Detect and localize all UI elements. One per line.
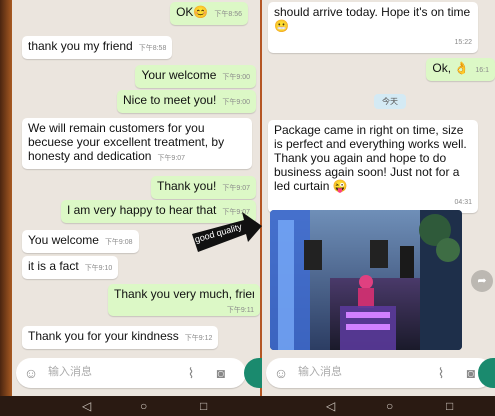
home-icon[interactable]: ○ xyxy=(386,398,393,414)
message-bubble: Package came in right on time, size is p… xyxy=(268,120,478,213)
message-input-box[interactable]: ☺ ⌇ ◙ xyxy=(266,358,493,388)
message-time: 下午9:07 xyxy=(222,185,250,192)
message-text: Your welcome xyxy=(141,68,217,82)
message-text: Ok, 👌 xyxy=(432,61,470,75)
message-bubble: OK😊 下午8:56 xyxy=(170,2,248,25)
android-nav-bar: ◁ ○ □ ◁ ○ □ xyxy=(0,396,495,416)
smile-icon[interactable]: ☺ xyxy=(272,364,290,382)
message-time: 下午9:00 xyxy=(222,99,250,106)
paperclip-icon[interactable]: ⌇ xyxy=(432,364,450,382)
input-bar: ☺ ⌇ ◙ xyxy=(12,352,260,396)
message-bubble: Nice to meet you! 下午9:00 xyxy=(117,90,256,113)
message-time: 16:1 xyxy=(475,67,489,74)
message-bubble: You welcome 下午9:08 xyxy=(22,230,139,253)
message-text: thank you my friend xyxy=(28,39,133,53)
message-text: Thank you for your kindness xyxy=(28,329,179,343)
message-time: 下午8:58 xyxy=(138,45,167,52)
smile-icon[interactable]: ☺ xyxy=(22,364,40,382)
message-time: 15:22 xyxy=(454,39,472,46)
camera-icon[interactable]: ◙ xyxy=(212,364,230,382)
message-text: Thank you! xyxy=(157,179,217,193)
message-bubble: Thank you very much, frien 下午9:11 xyxy=(108,284,260,316)
message-text: Nice to meet you! xyxy=(123,93,217,107)
message-time: 下午8:56 xyxy=(214,11,242,18)
message-bubble: Thank you! 下午9:07 xyxy=(151,176,256,199)
phone-edge xyxy=(0,0,12,416)
message-input[interactable] xyxy=(296,365,390,379)
message-input[interactable] xyxy=(46,365,140,379)
message-time: 下午9:10 xyxy=(84,265,113,272)
paperclip-icon[interactable]: ⌇ xyxy=(182,364,200,382)
message-input-box[interactable]: ☺ ⌇ ◙ xyxy=(16,358,246,388)
message-text: it is a fact xyxy=(28,259,79,273)
message-text: OK😊 xyxy=(176,5,209,19)
message-bubble: it is a fact 下午9:10 xyxy=(22,256,119,279)
home-icon[interactable]: ○ xyxy=(140,398,147,414)
message-time: 下午9:00 xyxy=(222,74,250,81)
message-text: Package came in right on time, size is p… xyxy=(274,123,467,193)
message-text: Thank you very much, frien xyxy=(114,287,254,301)
recent-apps-icon[interactable]: □ xyxy=(446,398,453,414)
chat-screen-left[interactable]: OK😊 下午8:56 thank you my friend 下午8:58 Your… xyxy=(12,0,260,396)
message-bubble: Your welcome 下午9:00 xyxy=(135,65,256,88)
stage-photo xyxy=(270,210,462,350)
message-bubble: should arrive today. Hope it's on time 😬… xyxy=(268,2,478,53)
message-time: 04:31 xyxy=(454,199,472,206)
date-chip: 今天 xyxy=(374,94,406,109)
message-time: 下午9:08 xyxy=(104,239,133,246)
good-quality-overlay: good quality xyxy=(192,212,262,262)
message-text: should arrive today. Hope it's on time 😬 xyxy=(274,5,471,33)
message-bubble: thank you my friend 下午8:58 xyxy=(22,36,173,59)
recent-apps-icon[interactable]: □ xyxy=(200,398,207,414)
input-bar: ☺ ⌇ ◙ xyxy=(262,352,495,396)
message-time: 下午9:11 xyxy=(226,307,254,314)
message-time: 下午9:07 xyxy=(157,155,186,162)
message-bubble: Thank you for your kindness 下午9:12 xyxy=(22,326,219,349)
message-time: 下午9:12 xyxy=(184,335,213,342)
back-icon[interactable]: ◁ xyxy=(82,398,91,414)
forward-icon[interactable]: ➦ xyxy=(471,270,493,292)
message-text: You welcome xyxy=(28,233,99,247)
message-bubble: Ok, 👌 16:1 xyxy=(426,58,495,81)
message-bubble: We will remain customers for you becuese… xyxy=(22,118,252,169)
message-text: We will remain customers for you becuese… xyxy=(28,121,225,163)
back-icon[interactable]: ◁ xyxy=(326,398,335,414)
video-thumbnail[interactable] xyxy=(270,210,462,350)
